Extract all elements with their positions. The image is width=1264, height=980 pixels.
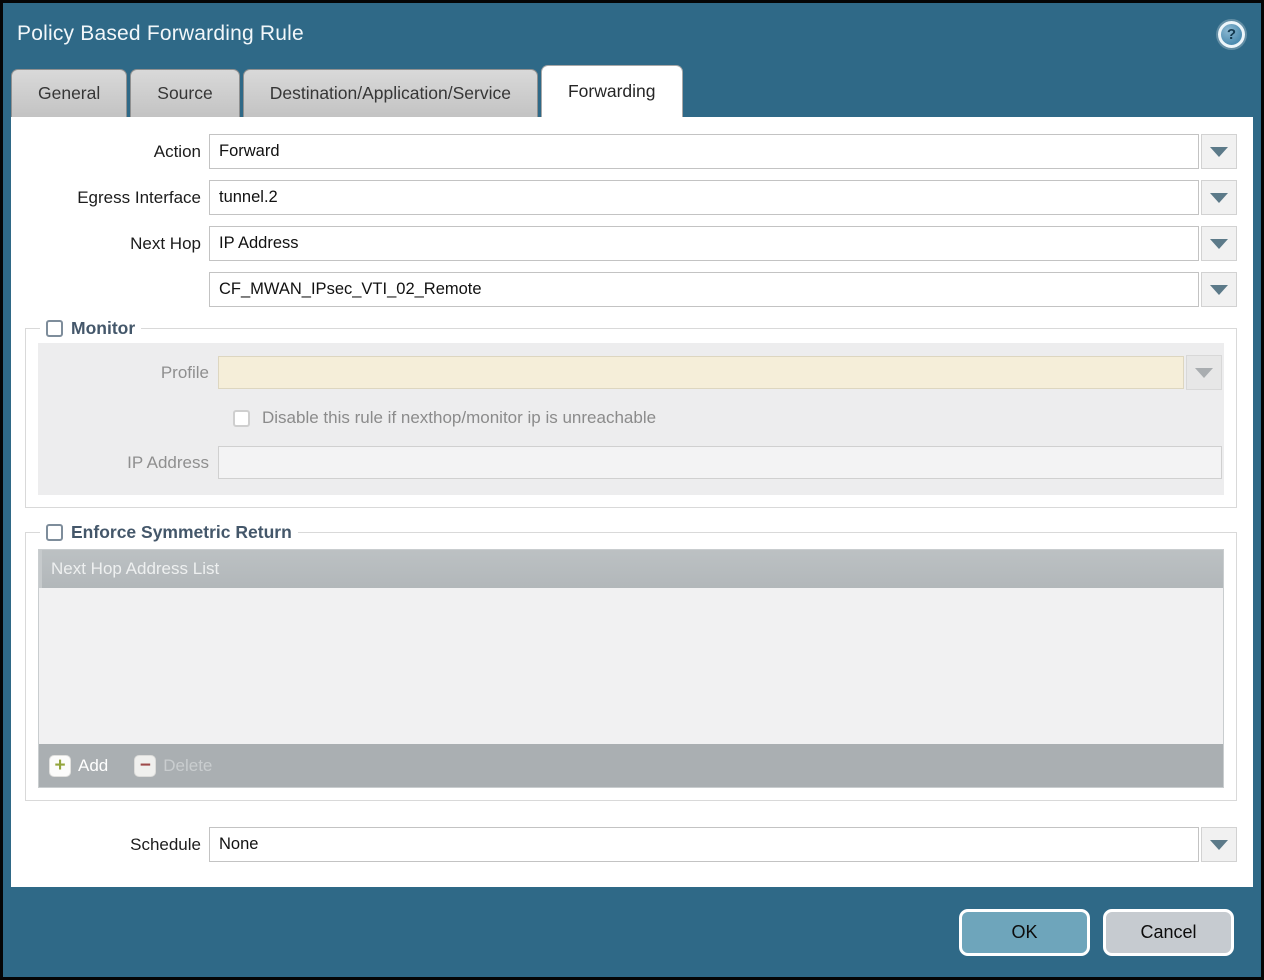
symmetric-return-legend: Enforce Symmetric Return <box>40 522 298 543</box>
next-hop-address-list-table: Next Hop Address List + Add − Delete <box>38 549 1224 788</box>
plus-icon: + <box>54 756 65 775</box>
monitor-legend: Monitor <box>40 318 141 339</box>
chevron-down-icon <box>1210 147 1228 157</box>
delete-button-label: Delete <box>163 756 212 776</box>
disable-rule-checkbox <box>233 410 250 427</box>
tab-forwarding[interactable]: Forwarding <box>541 65 683 117</box>
egress-interface-dropdown-button[interactable] <box>1201 180 1237 215</box>
next-hop-address-input[interactable] <box>209 272 1199 307</box>
add-button-label: Add <box>78 756 108 776</box>
chevron-down-icon <box>1210 193 1228 203</box>
dialog-footer: OK Cancel <box>3 887 1261 977</box>
next-hop-row: Next Hop <box>13 226 1237 261</box>
profile-label: Profile <box>38 363 218 383</box>
monitor-legend-label: Monitor <box>71 318 135 339</box>
cancel-button[interactable]: Cancel <box>1103 909 1234 956</box>
add-button[interactable]: + Add <box>49 755 108 777</box>
monitor-fieldset: Monitor Profile Disable this rule if nex… <box>25 318 1237 508</box>
schedule-field <box>209 827 1237 862</box>
next-hop-label: Next Hop <box>13 234 209 254</box>
action-row: Action <box>13 134 1237 169</box>
chevron-down-icon <box>1195 368 1213 378</box>
disable-rule-row: Disable this rule if nexthop/monitor ip … <box>233 408 1222 428</box>
help-icon[interactable]: ? <box>1218 21 1245 48</box>
dialog-titlebar: Policy Based Forwarding Rule ? <box>3 3 1261 65</box>
symmetric-return-legend-label: Enforce Symmetric Return <box>71 522 292 543</box>
next-hop-address-list-body[interactable] <box>39 588 1223 744</box>
monitor-ip-address-label: IP Address <box>38 453 218 473</box>
monitor-ip-address-input <box>218 446 1222 479</box>
ok-button[interactable]: OK <box>959 909 1090 956</box>
next-hop-address-row <box>13 272 1237 307</box>
next-hop-type-dropdown-button[interactable] <box>1201 226 1237 261</box>
profile-row: Profile <box>38 355 1222 390</box>
tab-destination-application-service[interactable]: Destination/Application/Service <box>243 69 538 117</box>
chevron-down-icon <box>1210 239 1228 249</box>
symmetric-return-checkbox[interactable] <box>46 524 63 541</box>
dialog-title: Policy Based Forwarding Rule <box>17 22 304 46</box>
action-field <box>209 134 1237 169</box>
schedule-row: Schedule <box>13 827 1237 862</box>
chevron-down-icon <box>1210 285 1228 295</box>
monitor-checkbox[interactable] <box>46 320 63 337</box>
schedule-label: Schedule <box>13 835 209 855</box>
delete-button: − Delete <box>134 755 212 777</box>
symmetric-return-fieldset: Enforce Symmetric Return Next Hop Addres… <box>25 522 1237 801</box>
action-dropdown-button[interactable] <box>1201 134 1237 169</box>
disable-rule-label: Disable this rule if nexthop/monitor ip … <box>262 408 656 428</box>
schedule-dropdown-button[interactable] <box>1201 827 1237 862</box>
egress-interface-input[interactable] <box>209 180 1199 215</box>
next-hop-type-field <box>209 226 1237 261</box>
tab-strip: General Source Destination/Application/S… <box>3 65 1261 117</box>
next-hop-type-input[interactable] <box>209 226 1199 261</box>
schedule-input[interactable] <box>209 827 1199 862</box>
pbf-rule-dialog: Policy Based Forwarding Rule ? General S… <box>0 0 1264 980</box>
minus-icon: − <box>140 756 151 775</box>
chevron-down-icon <box>1210 840 1228 850</box>
monitor-ip-address-row: IP Address <box>38 446 1222 479</box>
next-hop-address-list-header: Next Hop Address List <box>39 550 1223 588</box>
tab-general[interactable]: General <box>11 69 127 117</box>
profile-dropdown-button <box>1186 355 1222 390</box>
next-hop-address-field <box>209 272 1237 307</box>
tab-source[interactable]: Source <box>130 69 239 117</box>
next-hop-address-list-toolbar: + Add − Delete <box>39 744 1223 787</box>
egress-interface-label: Egress Interface <box>13 188 209 208</box>
action-label: Action <box>13 142 209 162</box>
egress-interface-field <box>209 180 1237 215</box>
monitor-panel: Profile Disable this rule if nexthop/mon… <box>38 343 1224 495</box>
egress-interface-row: Egress Interface <box>13 180 1237 215</box>
profile-input <box>218 356 1184 389</box>
next-hop-address-dropdown-button[interactable] <box>1201 272 1237 307</box>
tab-content-forwarding: Action Egress Interface Next Hop <box>11 117 1253 887</box>
action-input[interactable] <box>209 134 1199 169</box>
